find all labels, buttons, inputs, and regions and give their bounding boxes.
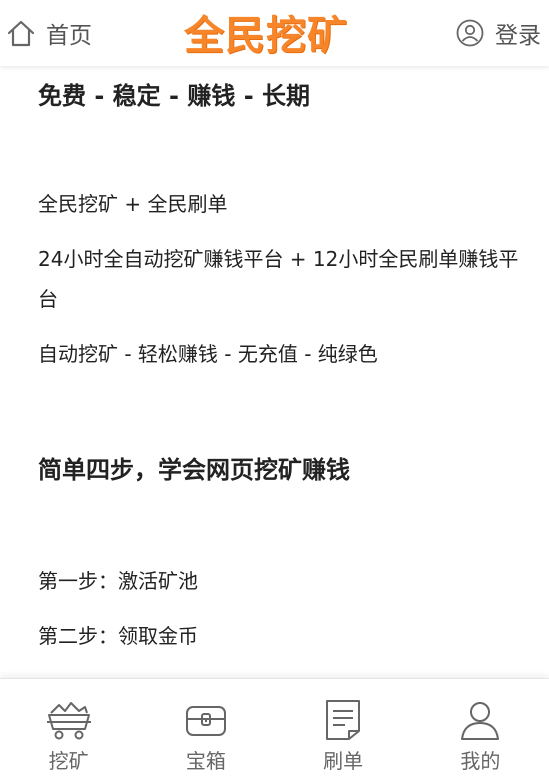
tab-mining-label: 挖矿 [48,749,89,773]
intro-line-1: 全民挖矿 + 全民刷单 [38,192,228,216]
user-circle-icon [456,19,484,47]
steps-heading: 简单四步，学会网页挖矿赚钱 [38,456,350,484]
top-navigation-bar: 首页 全民挖矿 登录 [0,0,549,66]
logo-text: 全民挖矿 [184,13,348,59]
login-label: 登录 [495,23,541,49]
user-icon [461,702,500,740]
bottom-tab-bar: 挖矿 宝箱 刷单 我的 [0,678,549,781]
tab-mine-label: 我的 [460,749,501,773]
tab-mine[interactable]: 我的 [412,679,549,781]
login-link[interactable]: 登录 [455,16,541,50]
mining-cart-icon [46,702,91,740]
step-1: 第一步：激活矿池 [38,569,198,593]
intro-heading: 免费 - 稳定 - 赚钱 - 长期 [38,82,311,110]
tab-treasure-label: 宝箱 [185,749,226,773]
home-link[interactable]: 首页 [6,16,92,50]
tab-orders-label: 刷单 [323,749,364,773]
tab-treasure[interactable]: 宝箱 [137,679,274,781]
step-2: 第二步：领取金币 [38,624,198,648]
intro-line-3: 自动挖矿 - 轻松赚钱 - 无充值 - 纯绿色 [38,342,378,366]
document-icon [326,700,361,740]
tab-orders[interactable]: 刷单 [275,679,412,781]
site-logo[interactable]: 全民挖矿 [166,8,366,59]
home-label: 首页 [46,23,92,49]
treasure-chest-icon [185,706,226,736]
home-icon [7,20,35,47]
tab-mining[interactable]: 挖矿 [0,679,137,781]
intro-line-2: 24小时全自动挖矿赚钱平台 + 12小时全民刷单赚钱平台 [38,247,519,311]
